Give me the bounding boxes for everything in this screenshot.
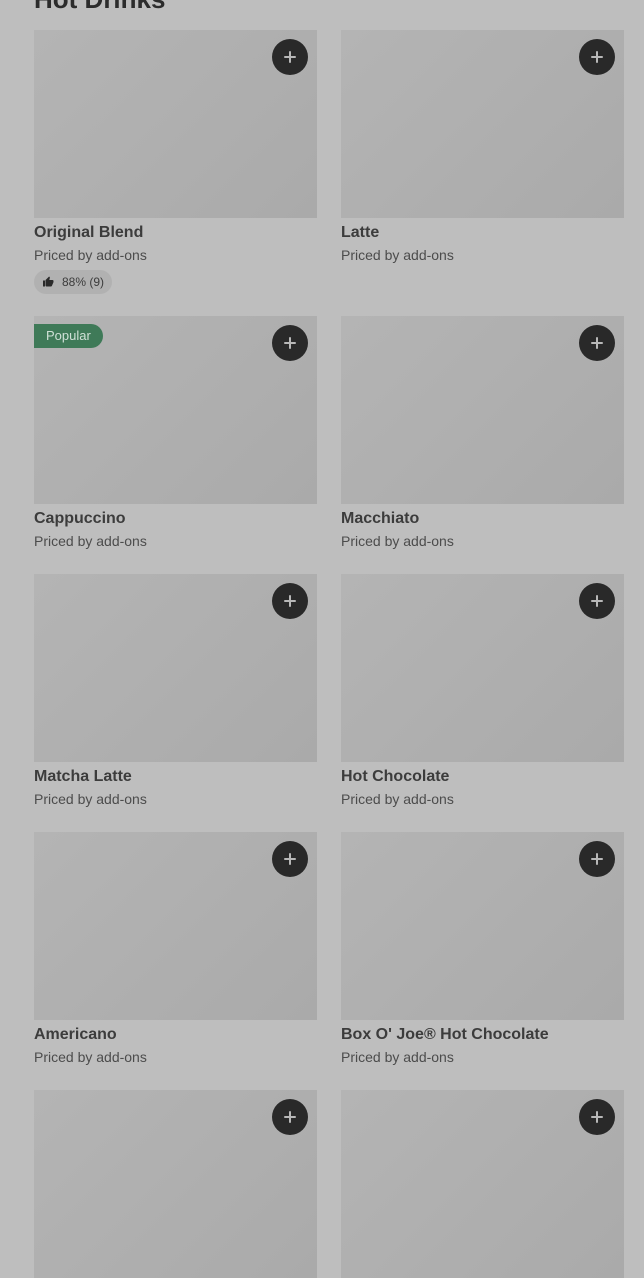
item-image[interactable] (341, 316, 624, 504)
item-price: Priced by add-ons (34, 533, 147, 549)
menu-item[interactable]: Hot Chocolate Priced by add-ons (341, 574, 624, 808)
plus-icon (591, 1111, 603, 1123)
item-price: Priced by add-ons (34, 1049, 147, 1065)
plus-icon (591, 595, 603, 607)
plus-icon (284, 595, 296, 607)
add-to-cart-button[interactable] (579, 1099, 615, 1135)
item-price: Priced by add-ons (341, 791, 454, 807)
plus-icon (284, 51, 296, 63)
item-price: Priced by add-ons (341, 1049, 454, 1065)
section-title: Hot Drinks (34, 0, 165, 14)
item-name[interactable]: Americano (34, 1025, 317, 1045)
popular-badge: Popular (34, 324, 103, 348)
add-to-cart-button[interactable] (272, 325, 308, 361)
plus-icon (284, 1111, 296, 1123)
item-image[interactable] (341, 832, 624, 1020)
rating-text: 88% (9) (62, 275, 105, 289)
rating-badge: 88% (9) (34, 270, 113, 294)
add-to-cart-button[interactable] (272, 1099, 308, 1135)
menu-item[interactable]: Matcha Latte Priced by add-ons (34, 574, 317, 808)
menu-item[interactable]: Macchiato Priced by add-ons (341, 316, 624, 550)
item-image[interactable] (341, 30, 624, 218)
add-to-cart-button[interactable] (272, 583, 308, 619)
item-price: Priced by add-ons (341, 533, 454, 549)
item-name[interactable]: Matcha Latte (34, 767, 317, 787)
item-name[interactable]: Cappuccino (34, 509, 317, 529)
menu-item[interactable]: Americano Priced by add-ons (34, 832, 317, 1066)
add-to-cart-button[interactable] (579, 583, 615, 619)
plus-icon (591, 853, 603, 865)
item-image[interactable]: Popular (34, 316, 317, 504)
thumbs-up-icon (43, 276, 54, 287)
item-image[interactable] (341, 1090, 624, 1278)
item-name[interactable]: Original Blend (34, 223, 317, 243)
item-price: Priced by add-ons (34, 247, 147, 263)
item-image[interactable] (34, 832, 317, 1020)
menu-item[interactable]: Popular Cappuccino Priced by add-ons (34, 316, 317, 550)
item-name[interactable]: Latte (341, 223, 624, 243)
item-image[interactable] (34, 574, 317, 762)
add-to-cart-button[interactable] (579, 39, 615, 75)
item-name[interactable]: Hot Chocolate (341, 767, 624, 787)
add-to-cart-button[interactable] (272, 841, 308, 877)
menu-item[interactable]: Original Blend Priced by add-ons 88% (9) (34, 30, 317, 294)
item-name[interactable]: Box O' Joe® Hot Chocolate (341, 1025, 624, 1045)
plus-icon (591, 337, 603, 349)
add-to-cart-button[interactable] (579, 841, 615, 877)
plus-icon (284, 853, 296, 865)
item-image[interactable] (34, 1090, 317, 1278)
item-name[interactable]: Macchiato (341, 509, 624, 529)
menu-item[interactable] (341, 1090, 624, 1278)
add-to-cart-button[interactable] (579, 325, 615, 361)
item-image[interactable] (341, 574, 624, 762)
menu-item[interactable]: Latte Priced by add-ons (341, 30, 624, 264)
menu-item[interactable] (34, 1090, 317, 1278)
item-price: Priced by add-ons (34, 791, 147, 807)
item-image[interactable] (34, 30, 317, 218)
plus-icon (284, 337, 296, 349)
add-to-cart-button[interactable] (272, 39, 308, 75)
menu-item[interactable]: Box O' Joe® Hot Chocolate Priced by add-… (341, 832, 624, 1066)
plus-icon (591, 51, 603, 63)
item-price: Priced by add-ons (341, 247, 454, 263)
